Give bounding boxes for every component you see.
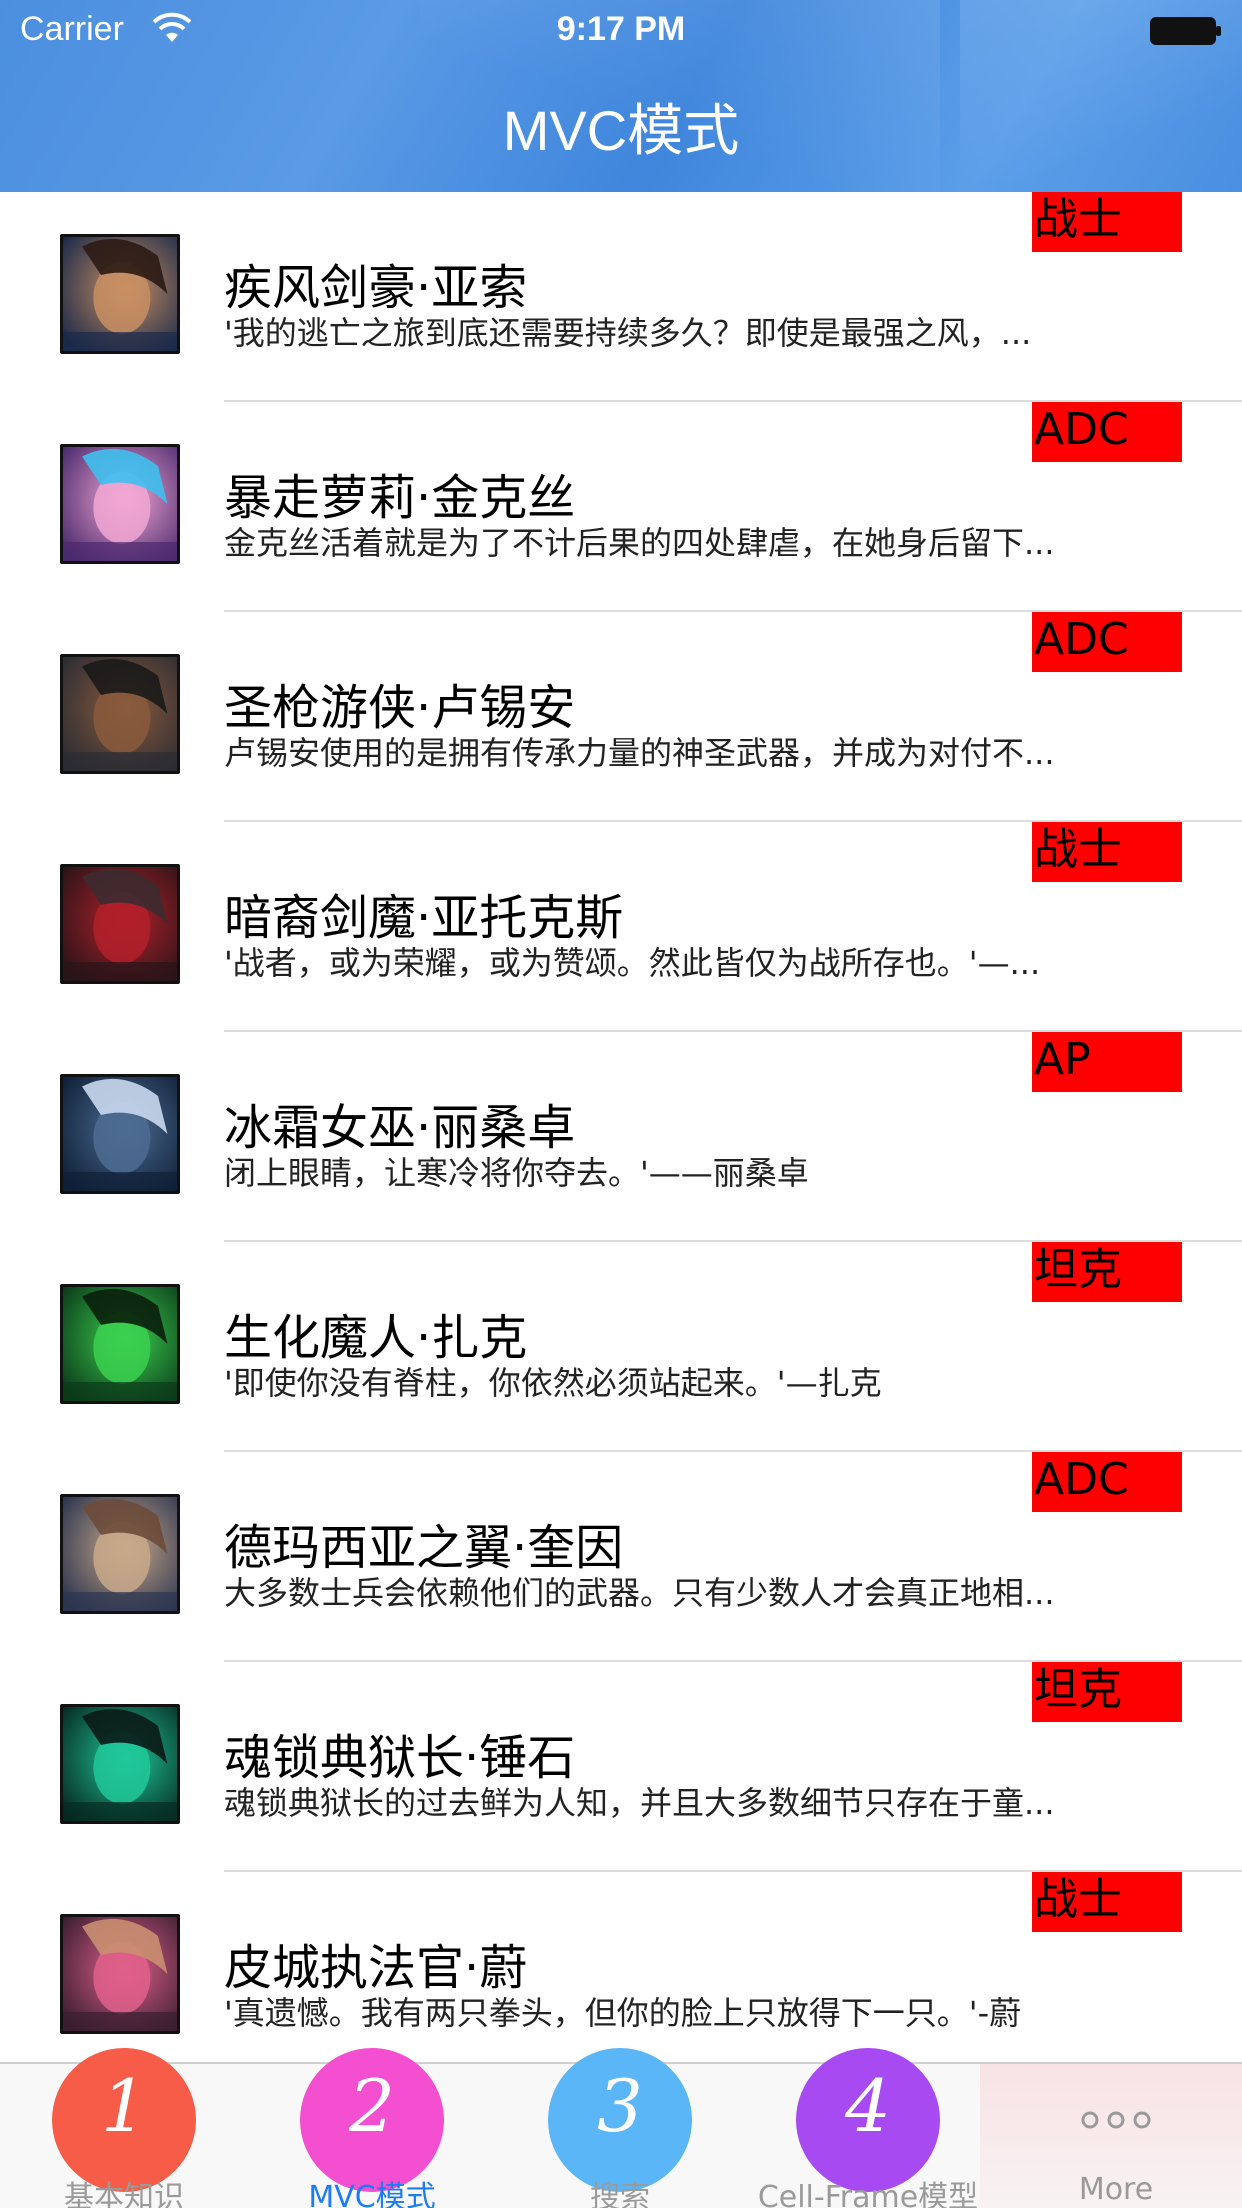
hero-row[interactable]: ADC 暴走萝莉·金克丝 金克丝活着就是为了不计后果的四处肆虐，在她身后留下... — [0, 402, 1242, 612]
zac-portrait-icon — [60, 1284, 180, 1404]
tab-number-badge-icon: 3 — [548, 2048, 692, 2192]
tab-item[interactable]: More — [992, 2064, 1240, 2208]
navigation-header: Carrier 9:17 PM MVC模式 — [0, 0, 1242, 192]
tab-item[interactable]: 2 MVC模式 — [248, 2048, 496, 2208]
tab-number: 1 — [101, 2064, 147, 2148]
app-screen: Carrier 9:17 PM MVC模式 战士 疾风剑豪·亚索 '我的逃亡之旅到底… — [0, 0, 1242, 2208]
jinx-portrait-icon — [60, 444, 180, 564]
hero-role-tag: ADC — [1032, 1452, 1182, 1512]
tab-number: 2 — [349, 2064, 395, 2148]
tab-label: More — [1078, 2172, 1154, 2207]
hero-role-tag: ADC — [1032, 402, 1182, 462]
tab-item[interactable]: 4 Cell-Frame模型 — [744, 2048, 992, 2208]
thresh-portrait-icon — [60, 1704, 180, 1824]
hero-description: '即使你没有脊柱，你依然必须站起来。'—扎克 — [224, 1364, 882, 1402]
tab-number-badge-icon: 2 — [300, 2048, 444, 2192]
vi-portrait-icon — [60, 1914, 180, 2034]
hero-row[interactable]: ADC 德玛西亚之翼·奎因 大多数士兵会依赖他们的武器。只有少数人才会真正地相... — [0, 1452, 1242, 1662]
tab-item[interactable]: 1 基本知识 — [0, 2048, 248, 2208]
yasuo-portrait-icon — [60, 234, 180, 354]
quinn-portrait-icon — [60, 1494, 180, 1614]
hero-description: '真遗憾。我有两只拳头，但你的脸上只放得下一只。'-蔚 — [224, 1994, 1022, 2032]
hero-role-tag: 坦克 — [1032, 1242, 1182, 1302]
hero-row[interactable]: ADC 圣枪游侠·卢锡安 卢锡安使用的是拥有传承力量的神圣武器，并成为对付不... — [0, 612, 1242, 822]
hero-description: '战者，或为荣耀，或为赞颂。然此皆仅为战所存也。'—... — [224, 944, 1041, 982]
tab-label: Cell-Frame模型 — [757, 2180, 979, 2208]
hero-description: 魂锁典狱长的过去鲜为人知，并且大多数细节只存在于童... — [224, 1784, 1055, 1822]
status-bar: Carrier 9:17 PM — [0, 0, 1242, 60]
hero-row[interactable]: 战士 暗裔剑魔·亚托克斯 '战者，或为荣耀，或为赞颂。然此皆仅为战所存也。'—... — [0, 822, 1242, 1032]
hero-list[interactable]: 战士 疾风剑豪·亚索 '我的逃亡之旅到底还需要持续多久？即使是最强之风，... ADC… — [0, 192, 1242, 2062]
lucian-portrait-icon — [60, 654, 180, 774]
status-time: 9:17 PM — [556, 10, 686, 48]
hero-row[interactable]: 战士 疾风剑豪·亚索 '我的逃亡之旅到底还需要持续多久？即使是最强之风，... — [0, 192, 1242, 402]
hero-row[interactable]: AP 冰霜女巫·丽桑卓 闭上眼睛，让寒冷将你夺去。'——丽桑卓 — [0, 1032, 1242, 1242]
hero-description: 闭上眼睛，让寒冷将你夺去。'——丽桑卓 — [224, 1154, 809, 1192]
hero-role-tag: 坦克 — [1032, 1662, 1182, 1722]
hero-description: 卢锡安使用的是拥有传承力量的神圣武器，并成为对付不... — [224, 734, 1055, 772]
hero-description: 金克丝活着就是为了不计后果的四处肆虐，在她身后留下... — [224, 524, 1055, 562]
hero-role-tag: 战士 — [1032, 1872, 1182, 1932]
hero-role-tag: 战士 — [1032, 822, 1182, 882]
page-title: MVC模式 — [502, 99, 740, 162]
lissandra-portrait-icon — [60, 1074, 180, 1194]
hero-row[interactable]: 坦克 魂锁典狱长·锤石 魂锁典狱长的过去鲜为人知，并且大多数细节只存在于童... — [0, 1662, 1242, 1872]
tab-number: 3 — [597, 2064, 643, 2148]
tab-item[interactable]: 3 搜索 — [496, 2048, 744, 2208]
tab-number-badge-icon: 1 — [52, 2048, 196, 2192]
tab-number-badge-icon: 4 — [796, 2048, 940, 2192]
tab-label: 基本知识 — [64, 2180, 184, 2208]
tab-bar: 1 基本知识 2 MVC模式 3 搜索 4 Cell-Frame模型 More — [0, 2048, 1242, 2208]
hero-role-tag: ADC — [1032, 612, 1182, 672]
hero-row[interactable]: 坦克 生化魔人·扎克 '即使你没有脊柱，你依然必须站起来。'—扎克 — [0, 1242, 1242, 1452]
battery-icon — [1150, 17, 1221, 45]
hero-description: 大多数士兵会依赖他们的武器。只有少数人才会真正地相... — [224, 1574, 1055, 1612]
hero-description: '我的逃亡之旅到底还需要持续多久？即使是最强之风，... — [224, 314, 1032, 352]
hero-row[interactable]: 战士 皮城执法官·蔚 '真遗憾。我有两只拳头，但你的脸上只放得下一只。'-蔚 — [0, 1872, 1242, 2062]
hero-role-tag: 战士 — [1032, 192, 1182, 252]
tab-number: 4 — [845, 2064, 891, 2148]
tab-label: MVC模式 — [308, 2180, 436, 2208]
tab-label: 搜索 — [590, 2180, 650, 2208]
aatrox-portrait-icon — [60, 864, 180, 984]
more-dots-icon — [1081, 2111, 1151, 2129]
hero-role-tag: AP — [1032, 1032, 1182, 1092]
